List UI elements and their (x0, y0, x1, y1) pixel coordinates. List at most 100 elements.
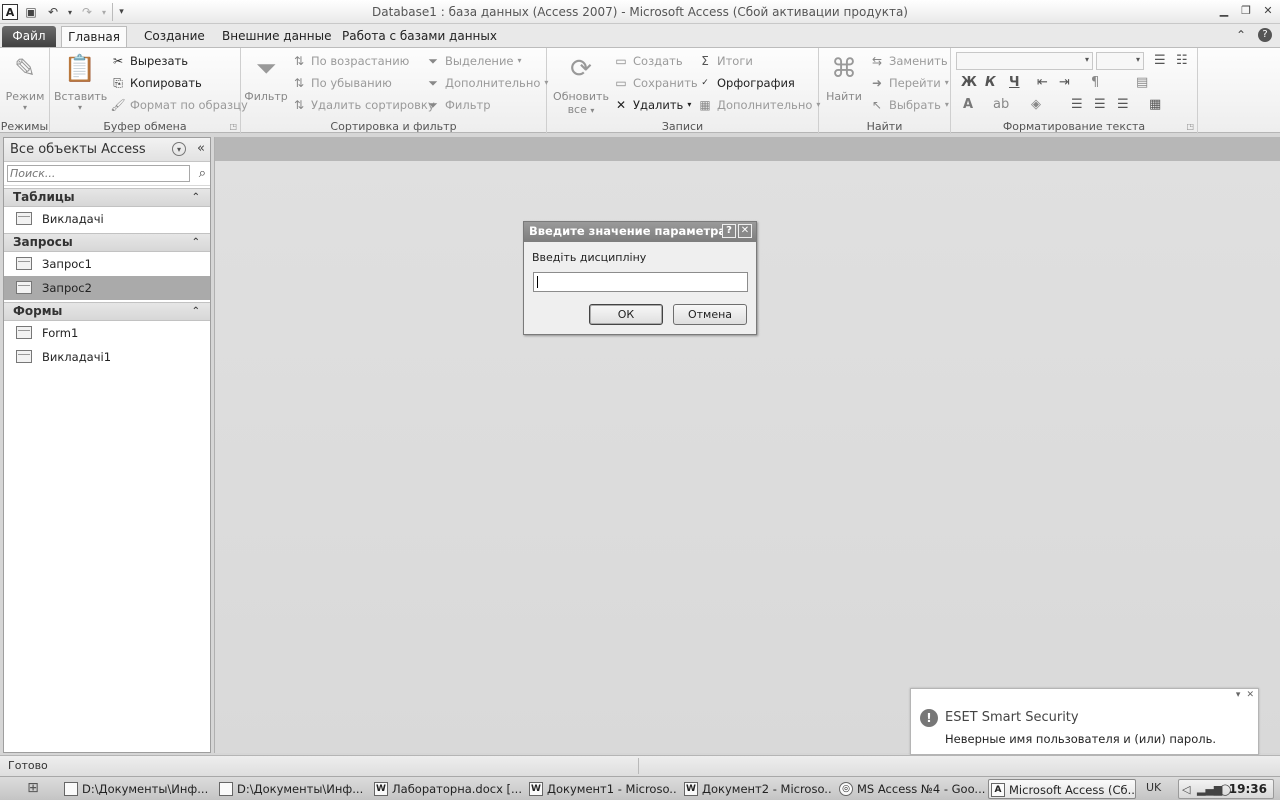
fill-color-icon[interactable]: ◈ (1031, 97, 1041, 112)
find-button[interactable]: ⌘ Найти (821, 52, 867, 103)
nav-item-table[interactable]: Викладачі (4, 207, 210, 231)
select-button[interactable]: ↖ Выбрать ▾ (869, 95, 949, 115)
minimize-ribbon-icon[interactable]: ⌃ (1236, 28, 1246, 42)
nav-item-query-selected[interactable]: Запрос2 (4, 276, 210, 300)
save-record-button[interactable]: ▭ Сохранить (613, 73, 697, 93)
paragraph-direction-icon[interactable]: ¶ (1091, 75, 1099, 90)
tab-home[interactable]: Главная (61, 26, 127, 48)
clock[interactable]: 19:36 (1229, 782, 1267, 796)
nav-item-form[interactable]: Form1 (4, 321, 210, 345)
taskbar-item-word[interactable]: W Документ1 - Microso... (527, 779, 677, 799)
ribbon-tabs: Файл Главная Создание Внешние данные Раб… (0, 24, 1280, 48)
restore-icon[interactable]: ❐ (1238, 2, 1254, 18)
italic-button[interactable]: К (985, 75, 996, 90)
category-tables[interactable]: Таблицы ⌃ (4, 188, 210, 207)
collapse-chevron-icon[interactable]: ⌃ (192, 234, 200, 251)
delete-button[interactable]: ✕ Удалить ▾ (613, 95, 691, 115)
bold-button[interactable]: Ж (961, 75, 977, 90)
align-center-icon[interactable]: ☰ (1094, 97, 1106, 112)
nav-item-query[interactable]: Запрос1 (4, 252, 210, 276)
goto-button[interactable]: ➜ Перейти ▾ (869, 73, 949, 93)
notification-close-icon[interactable]: ✕ (1246, 690, 1254, 700)
underline-button[interactable]: Ч (1009, 75, 1020, 90)
notification-message: Неверные имя пользователя и (или) пароль… (945, 732, 1217, 746)
highlight-icon[interactable]: ab (993, 97, 1009, 112)
sort-ascending-button[interactable]: ⇅ По возрастанию (291, 51, 409, 71)
collapse-pane-icon[interactable]: « (197, 141, 205, 156)
help-icon[interactable]: ? (722, 224, 736, 238)
category-queries[interactable]: Запросы ⌃ (4, 233, 210, 252)
numbering-icon[interactable]: ☷ (1176, 53, 1188, 68)
ok-button[interactable]: ОК (589, 304, 663, 325)
paste-button[interactable]: 📋 Вставить ▾ (54, 52, 107, 112)
start-button-icon[interactable]: ⊞ (24, 780, 42, 798)
scissors-icon: ✂ (112, 54, 124, 68)
toggle-filter-button[interactable]: ⏷ Фильтр (425, 95, 490, 115)
search-icon[interactable]: ⌕ (199, 166, 206, 181)
new-record-button[interactable]: ▭ Создать (613, 51, 682, 71)
totals-button[interactable]: Σ Итоги (697, 51, 753, 71)
format-painter-button[interactable]: 🖌 Формат по образцу (110, 95, 247, 115)
cancel-button[interactable]: Отмена (673, 304, 747, 325)
table-grid-icon[interactable]: ▦ (1149, 97, 1161, 112)
cut-button[interactable]: ✂ Вырезать (110, 51, 188, 71)
nav-menu-icon[interactable]: ▾ (172, 142, 186, 156)
tray-expand-icon[interactable]: ◁ (1182, 783, 1190, 796)
dialog-title: Введите значение параметра (529, 224, 727, 238)
taskbar-item-folder[interactable]: D:\Документы\Инф... (217, 779, 367, 799)
window-title: Database1 : база данных (Access 2007) - … (372, 5, 908, 19)
language-indicator[interactable]: UK (1146, 781, 1161, 794)
taskbar-item-word[interactable]: W Документ2 - Microso... (682, 779, 832, 799)
taskbar: ⊞ D:\Документы\Инф... D:\Документы\Инф..… (0, 776, 1280, 800)
collapse-chevron-icon[interactable]: ⌃ (192, 303, 200, 320)
gridlines-icon[interactable]: ▤ (1136, 75, 1148, 90)
selection-button[interactable]: ⏷ Выделение ▾ (425, 51, 521, 71)
help-icon[interactable]: ? (1258, 28, 1272, 42)
font-size-select[interactable]: ▾ (1096, 52, 1144, 70)
notification-menu-icon[interactable]: ▾ (1236, 690, 1241, 700)
increase-indent-icon[interactable]: ⇥ (1059, 75, 1070, 90)
search-input[interactable] (7, 165, 190, 182)
font-color-button[interactable]: A (963, 97, 973, 112)
group-label-text-format: Форматирование текста (1002, 120, 1146, 133)
close-icon[interactable]: ✕ (1260, 2, 1276, 18)
more-records-button[interactable]: ▦ Дополнительно ▾ (697, 95, 820, 115)
close-icon[interactable]: ✕ (738, 224, 752, 238)
dialog-prompt: Введіть дисципліну (532, 251, 647, 264)
decrease-indent-icon[interactable]: ⇤ (1037, 75, 1048, 90)
view-button[interactable]: ✎ Режим ▾ (2, 52, 48, 112)
clipboard-group: 📋 Вставить ▾ ✂ Вырезать ⎘ Копировать 🖌 Ф… (50, 48, 248, 134)
taskbar-item-access[interactable]: A Microsoft Access (Сб... (988, 779, 1136, 799)
minimize-icon[interactable]: ▁ (1216, 2, 1232, 18)
view-icon: ✎ (14, 54, 36, 84)
align-left-icon[interactable]: ☰ (1071, 97, 1083, 112)
taskbar-item-folder[interactable]: D:\Документы\Инф... (62, 779, 212, 799)
taskbar-item-word[interactable]: W Лабораторна.docx [... (372, 779, 522, 799)
tab-create[interactable]: Создание (134, 26, 215, 48)
advanced-filter-button[interactable]: ⏷ Дополнительно ▾ (425, 73, 548, 93)
parameter-input[interactable] (533, 272, 748, 292)
tab-file[interactable]: Файл (2, 26, 56, 48)
spelling-icon: ✓ (701, 78, 709, 88)
dialog-launcher-icon[interactable]: ◳ (1186, 122, 1194, 131)
align-right-icon[interactable]: ☰ (1117, 97, 1129, 112)
spelling-button[interactable]: ✓ Орфография (697, 73, 795, 93)
form-icon (16, 350, 32, 363)
collapse-chevron-icon[interactable]: ⌃ (192, 189, 200, 206)
refresh-all-button[interactable]: ⟳ Обновить все ▾ (551, 52, 611, 116)
tab-external-data[interactable]: Внешние данные (212, 26, 341, 48)
nav-item-form[interactable]: Викладачі1 (4, 345, 210, 369)
font-name-select[interactable]: ▾ (956, 52, 1093, 70)
copy-button[interactable]: ⎘ Копировать (110, 73, 202, 93)
dialog-launcher-icon[interactable]: ◳ (229, 122, 237, 131)
filter-button[interactable]: ⏷ Фильтр (243, 52, 289, 104)
taskbar-item-chrome[interactable]: ◎ MS Access №4 - Goo... (837, 779, 987, 799)
paste-icon: 📋 (63, 54, 97, 84)
tab-database-tools[interactable]: Работа с базами данных (332, 26, 507, 48)
nav-title[interactable]: Все объекты Access (10, 142, 146, 157)
remove-sort-button[interactable]: ⇅ Удалить сортировку (291, 95, 435, 115)
sort-descending-button[interactable]: ⇅ По убыванию (291, 73, 392, 93)
bullets-icon[interactable]: ☰ (1154, 53, 1166, 68)
category-forms[interactable]: Формы ⌃ (4, 302, 210, 321)
replace-button[interactable]: ⇆ Заменить (869, 51, 948, 71)
